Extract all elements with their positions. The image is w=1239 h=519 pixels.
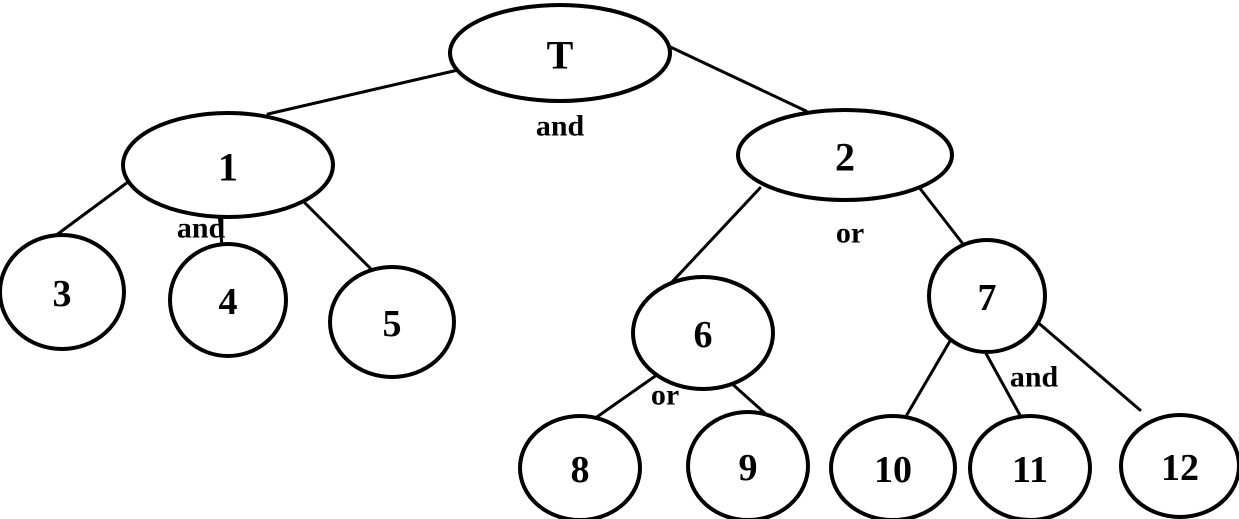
operator-label-6: or (651, 379, 679, 412)
operator-label-T: and (536, 110, 585, 143)
tree-edge-7-to-10 (903, 339, 952, 420)
operator-label-2: or (836, 217, 864, 250)
node-label-4: 4 (219, 281, 238, 323)
node-label-8: 8 (571, 449, 590, 491)
tree-edge-2-to-7 (913, 180, 965, 246)
node-label-12: 12 (1161, 447, 1199, 489)
tree-node-6[interactable]: 6 (631, 275, 775, 391)
node-label-7: 7 (978, 277, 997, 319)
node-label-10: 10 (874, 449, 912, 491)
tree-node-9[interactable]: 9 (686, 410, 810, 519)
tree-node-1[interactable]: 1 (121, 111, 335, 219)
tree-node-12[interactable]: 12 (1119, 413, 1239, 519)
node-label-2: 2 (835, 135, 855, 180)
tree-node-8[interactable]: 8 (518, 414, 642, 519)
tree-edge-1-to-5 (298, 196, 374, 272)
tree-edge-T-to-1 (266, 68, 460, 116)
node-label-11: 11 (1012, 449, 1048, 491)
node-label-3: 3 (53, 273, 72, 315)
tree-edge-1-to-3 (53, 180, 130, 238)
node-label-1: 1 (218, 145, 238, 190)
tree-node-7[interactable]: 7 (927, 238, 1047, 354)
tree-edge-T-to-2 (662, 42, 808, 113)
node-label-T: T (547, 33, 574, 78)
diagram-canvas: T 1 2 3 4 5 6 7 8 9 10 11 12 and and or or and (0, 0, 1239, 519)
tree-edge-2-to-6 (670, 186, 762, 284)
tree-node-3[interactable]: 3 (0, 233, 126, 351)
node-label-5: 5 (383, 303, 402, 345)
tree-node-T[interactable]: T (448, 3, 672, 103)
node-label-9: 9 (739, 447, 758, 489)
tree-node-2[interactable]: 2 (736, 108, 954, 202)
operator-label-7: and (1010, 361, 1059, 394)
nodes-layer: T1 23 45 678 9 10 11 12 (0, 3, 1239, 519)
operator-label-1: and (177, 212, 226, 245)
and-or-tree-graphic: T1 23 45 678 9 10 11 12 andand ororand (0, 3, 1239, 519)
tree-node-5[interactable]: 5 (328, 265, 456, 379)
tree-node-10[interactable]: 10 (829, 414, 957, 519)
node-label-6: 6 (694, 314, 713, 356)
tree-node-11[interactable]: 11 (968, 414, 1092, 519)
tree-node-4[interactable]: 4 (168, 242, 288, 358)
